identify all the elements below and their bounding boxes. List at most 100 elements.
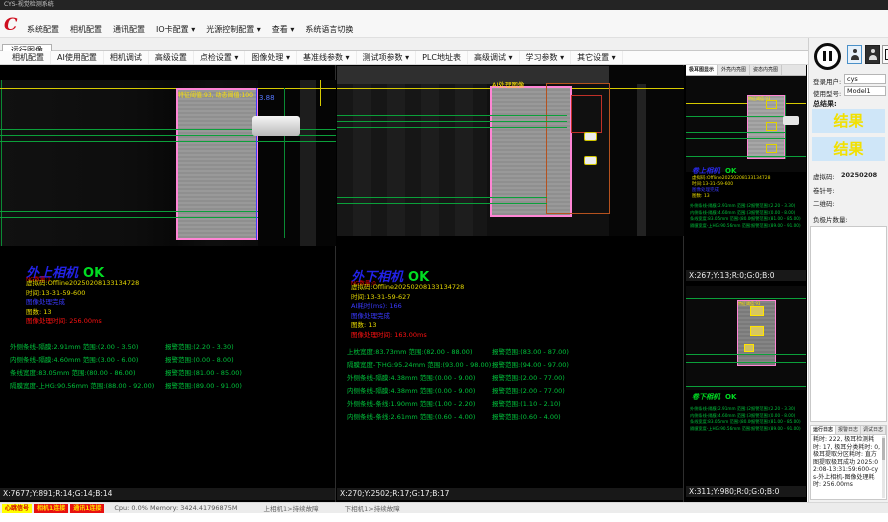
measurement-row: 隔膜宽度-下HG:95.24mm 范围:(93.00 - 98.00)报警范围:… (347, 359, 569, 372)
result-box-1: 结果 (812, 109, 885, 133)
measurement-row: 隔膜宽度-上HG:90.56mm 范围:(88.00 - 92.00)报警范围:… (10, 380, 242, 393)
alarm-range: 报警范围:(81.00 - 85.00) (165, 369, 242, 377)
small-bottom-camera-image: 特征阈值:93 (686, 286, 806, 390)
window-titlebar: CYS-视觉检测系统 (0, 0, 888, 10)
menu-item-camera-config[interactable]: 相机配置 (70, 24, 102, 35)
toolbar-ai-config[interactable]: AI使用配置 (51, 51, 104, 64)
measure-value: 隔膜宽度-上HG:90.56mm 范围:(88.00 - 92.00) (690, 426, 751, 433)
frame-count: 图数: 13 (351, 321, 464, 331)
pause-icon (823, 51, 826, 61)
tab-tab-image[interactable]: 极耳图显示 (686, 65, 718, 75)
toolbar-baseline-params[interactable]: 基准线参数 ▾ (297, 51, 357, 64)
tab-outer-inner[interactable]: 外亮内亮图 (718, 65, 750, 75)
toolbar-plc-table[interactable]: PLC地址表 (416, 51, 468, 64)
frame-count: 图数: 13 (26, 308, 139, 318)
tab-alarm-log[interactable]: 报警日志 (836, 426, 861, 434)
heartbeat-indicator: 心跳信号 (2, 504, 32, 513)
middle-camera-image: AI处理图像 (337, 66, 684, 236)
toolbar-advanced-debug[interactable]: 高级调试 ▾ (468, 51, 520, 64)
frame-count: 图数: 13 (692, 194, 770, 200)
measurement-row: 隔膜宽度-上HG:90.56mm 范围:(88.00 - 92.00)报警范围:… (690, 223, 803, 230)
measurement-rows: 外侧条线-隔膜:2.91mm 范围:(2.00 - 3.50)报警范围:(2.2… (690, 406, 803, 432)
menu-item-language[interactable]: 系统语言切换 (305, 24, 353, 35)
green-measure-line (686, 362, 806, 363)
menu-item-light-config[interactable]: 光源控制配置 ▾ (206, 24, 261, 35)
measurement-row: 内侧条线-隔膜:4.38mm 范围:(0.00 - 9.00)报警范围:(2.0… (347, 385, 569, 398)
alarm-range: 报警范围:(2.20 - 3.30) (165, 343, 234, 351)
green-measure-line (337, 197, 547, 198)
measurement-rows: 上枕宽度:83.73mm 范围:(82.00 - 88.00)报警范围:(83.… (347, 346, 569, 424)
toolbar-advanced-settings[interactable]: 高级设置 (149, 51, 194, 64)
toolbar: 相机配置 AI使用配置 相机调试 高级设置 点检设置 ▾ 图像处理 ▾ 基准线参… (0, 51, 888, 65)
lower-camera-fault: 下相机1>持续故障 (345, 503, 400, 513)
tab-glint (584, 132, 597, 141)
tab-pose-inner[interactable]: 姿态内亮图 (750, 65, 782, 75)
toolbar-image-processing[interactable]: 图像处理 ▾ (245, 51, 297, 64)
ai-label-annotation: AI处理图像 (492, 79, 524, 89)
blue-value-annotation: 3.88 (259, 94, 275, 102)
log-scrollbar[interactable] (882, 436, 885, 498)
user-switch-button[interactable] (865, 45, 880, 64)
menu-item-system-config[interactable]: 系统配置 (27, 24, 59, 35)
capture-time: 时间:13-31-59-600 (26, 289, 139, 299)
toolbar-learning-params[interactable]: 学习参数 ▾ (520, 51, 572, 64)
measure-value: 隔膜宽度-上HG:90.56mm 范围:(88.00 - 92.00) (10, 380, 165, 393)
tab-glint (584, 156, 597, 165)
tab-row: 运行图像 (0, 38, 888, 51)
login-user-label: 登录用户: (813, 76, 841, 86)
menu-items: 系统配置 相机配置 通讯配置 IO卡配置 ▾ 光源控制配置 ▾ 查看 ▾ 系统语… (27, 24, 353, 35)
green-measure-line (686, 132, 785, 133)
result-title: 卷上相机OK 虚拟码:Offline20250208133134728 时间:1… (692, 166, 770, 200)
exit-button[interactable] (882, 45, 888, 64)
toolbar-test-params[interactable]: 测试项参数 ▾ (357, 51, 417, 64)
login-user-field[interactable]: cys (844, 74, 886, 84)
alarm-range: 报警范围:(0.00 - 8.00) (165, 356, 234, 364)
status-bar: 心跳信号 相机1连接 通讯1连接 Cpu: 0.0% Memory: 3424.… (0, 502, 888, 513)
green-measure-line (686, 116, 785, 117)
virtual-code-value: 20250208 (841, 171, 877, 179)
pause-button[interactable] (814, 43, 841, 70)
result-title: 卷下相机OK (692, 392, 736, 402)
alarm-range: 报警范围:(94.00 - 97.00) (492, 361, 569, 369)
user-login-button[interactable] (847, 45, 862, 64)
measurement-row: 外侧条线-条线:1.90mm 范围:(1.00 - 2.20)报警范围:(1.1… (347, 398, 569, 411)
menu-item-view[interactable]: 查看 ▾ (272, 24, 295, 35)
log-scrollbar-thumb[interactable] (882, 438, 885, 460)
status-badge: OK (725, 167, 736, 175)
left-camera-view: 特征阈值:93, 动态阈值:100 3.88 外上相机OK NG数量:1 虚拟码… (0, 65, 336, 502)
ai-time: AI耗时(ms): 166 (351, 302, 464, 312)
measure-value: 隔膜宽度-上HG:90.56mm 范围:(88.00 - 92.00) (690, 223, 751, 230)
capture-time: 时间:13-31-59-627 (351, 293, 464, 303)
toolbar-camera-config[interactable]: 相机配置 (6, 51, 51, 64)
toolbar-other-settings[interactable]: 其它设置 ▾ (571, 51, 623, 64)
left-camera-image: 特征阈值:93, 动态阈值:100 3.88 (0, 80, 336, 246)
upper-camera-fault: 上相机1>持续故障 (264, 503, 319, 513)
pixel-readout: X:267;Y:13;R:0;G:0;B:0 (686, 270, 806, 281)
image-gray-band (300, 80, 316, 246)
threshold-annotation: 特征阈值:93 (738, 301, 760, 307)
log-tabs: 运行日志 报警日志 调试日志 (810, 425, 887, 434)
result-info: 虚拟码:Offline20250208133134728 时间:13-31-59… (692, 176, 770, 200)
menu-bar: C 系统配置 相机配置 通讯配置 IO卡配置 ▾ 光源控制配置 ▾ 查看 ▾ 系… (0, 10, 888, 38)
result-box-2: 结果 (812, 137, 885, 161)
connector-blob (783, 116, 799, 125)
image-dark-region (609, 66, 684, 236)
toolbar-spot-check[interactable]: 点检设置 ▾ (194, 51, 246, 64)
total-result-label: 总结果: (813, 99, 837, 109)
app-logo-icon: C (4, 15, 18, 35)
tab-run-log[interactable]: 运行日志 (811, 426, 836, 434)
virtual-code-label: 虚拟码: (813, 171, 835, 181)
menu-item-comm-config[interactable]: 通讯配置 (113, 24, 145, 35)
process-done: 图像处理完成 (351, 312, 464, 322)
status-badge: OK (725, 393, 736, 401)
green-measure-line (686, 354, 806, 355)
tab-debug-log[interactable]: 调试日志 (861, 426, 886, 434)
measurement-row: 内侧条线-条线:2.61mm 范围:(0.60 - 4.00)报警范围:(0.6… (347, 411, 569, 424)
measure-value: 外侧条线-隔膜:4.38mm 范围:(0.00 - 9.00) (347, 372, 492, 385)
model-field[interactable]: Model1 (844, 86, 886, 96)
toolbar-camera-debug[interactable]: 相机调试 (104, 51, 149, 64)
main-area: 特征阈值:93, 动态阈值:100 3.88 外上相机OK NG数量:1 虚拟码… (0, 65, 807, 502)
pixel-readout: X:311;Y:980;R:0;G:0;B:0 (686, 486, 806, 497)
menu-item-io-config[interactable]: IO卡配置 ▾ (156, 24, 195, 35)
alarm-range: 报警范围:(89.00 - 91.00) (165, 382, 242, 390)
